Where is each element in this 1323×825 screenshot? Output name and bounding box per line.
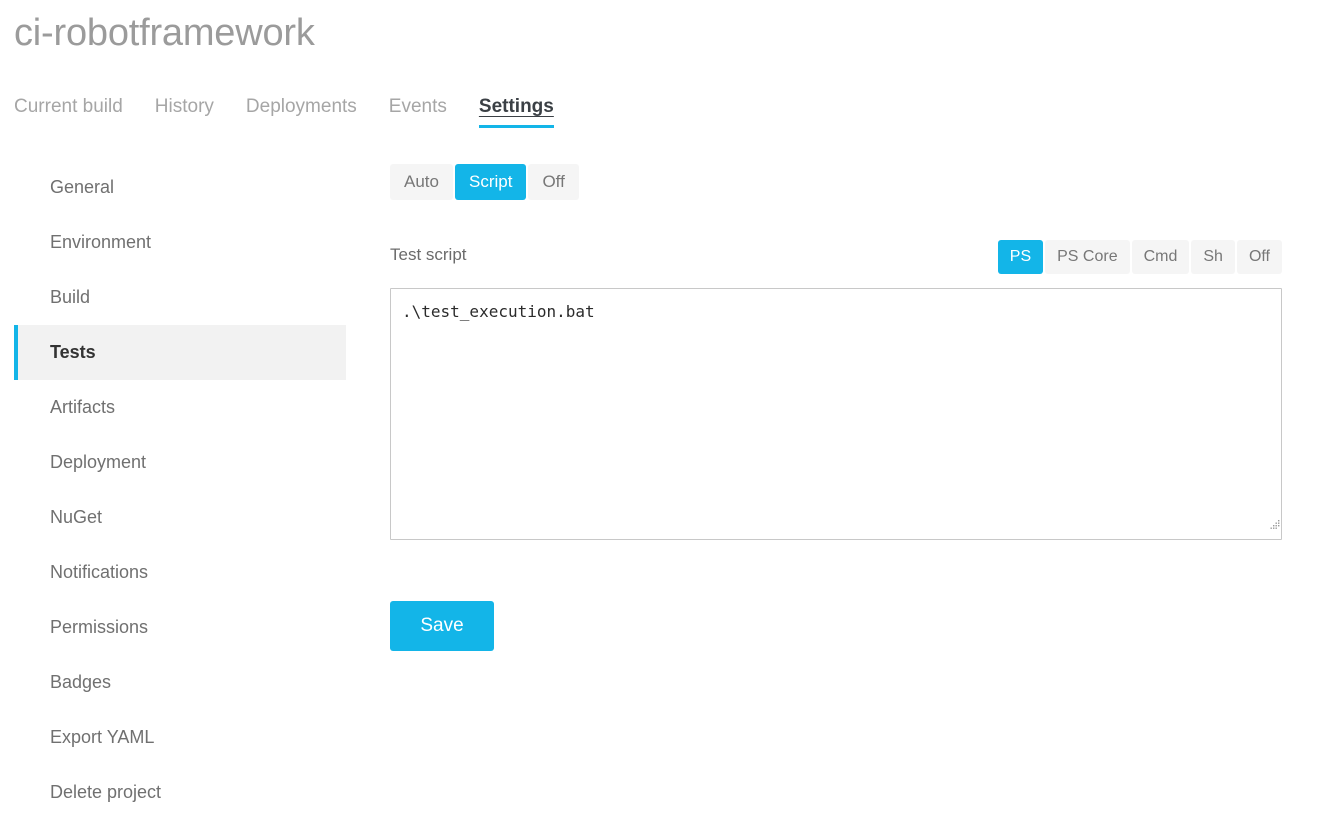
sidebar-item-permissions[interactable]: Permissions bbox=[14, 600, 346, 655]
sidebar-item-general[interactable]: General bbox=[14, 160, 346, 215]
test-script-textarea[interactable] bbox=[390, 288, 1282, 540]
page-title: ci-robotframework bbox=[14, 12, 315, 54]
shell-ps-core-button[interactable]: PS Core bbox=[1045, 240, 1130, 274]
settings-page: ci-robotframework Current build History … bbox=[0, 0, 1323, 825]
tab-settings[interactable]: Settings bbox=[478, 96, 570, 128]
tab-events[interactable]: Events bbox=[389, 96, 463, 128]
sidebar-item-artifacts[interactable]: Artifacts bbox=[14, 380, 346, 435]
test-mode-script-button[interactable]: Script bbox=[454, 164, 527, 200]
tab-deployments[interactable]: Deployments bbox=[246, 96, 373, 128]
tab-current-build[interactable]: Current build bbox=[14, 96, 139, 128]
shell-ps-button[interactable]: PS bbox=[997, 240, 1044, 274]
sidebar-item-badges[interactable]: Badges bbox=[14, 655, 346, 710]
sidebar-item-notifications[interactable]: Notifications bbox=[14, 545, 346, 600]
sidebar-item-build[interactable]: Build bbox=[14, 270, 346, 325]
sidebar-item-environment[interactable]: Environment bbox=[14, 215, 346, 270]
test-script-label: Test script bbox=[390, 245, 467, 264]
sidebar-item-export-yaml[interactable]: Export YAML bbox=[14, 710, 346, 765]
save-button[interactable]: Save bbox=[390, 601, 494, 651]
sidebar-item-nuget[interactable]: NuGet bbox=[14, 490, 346, 545]
shell-sh-button[interactable]: Sh bbox=[1191, 240, 1235, 274]
test-mode-button-group: Auto Script Off bbox=[390, 164, 579, 200]
top-tabbar: Current build History Deployments Events… bbox=[14, 96, 586, 128]
sidebar-item-deployment[interactable]: Deployment bbox=[14, 435, 346, 490]
sidebar-item-tests[interactable]: Tests bbox=[14, 325, 346, 380]
shell-type-button-group: PS PS Core Cmd Sh Off bbox=[997, 240, 1282, 274]
settings-sidebar: General Environment Build Tests Artifact… bbox=[14, 160, 346, 820]
shell-cmd-button[interactable]: Cmd bbox=[1131, 240, 1190, 274]
shell-off-button[interactable]: Off bbox=[1236, 240, 1282, 274]
test-mode-off-button[interactable]: Off bbox=[528, 164, 579, 200]
sidebar-item-delete-project[interactable]: Delete project bbox=[14, 765, 346, 820]
test-mode-auto-button[interactable]: Auto bbox=[390, 164, 453, 200]
tab-history[interactable]: History bbox=[155, 96, 230, 128]
